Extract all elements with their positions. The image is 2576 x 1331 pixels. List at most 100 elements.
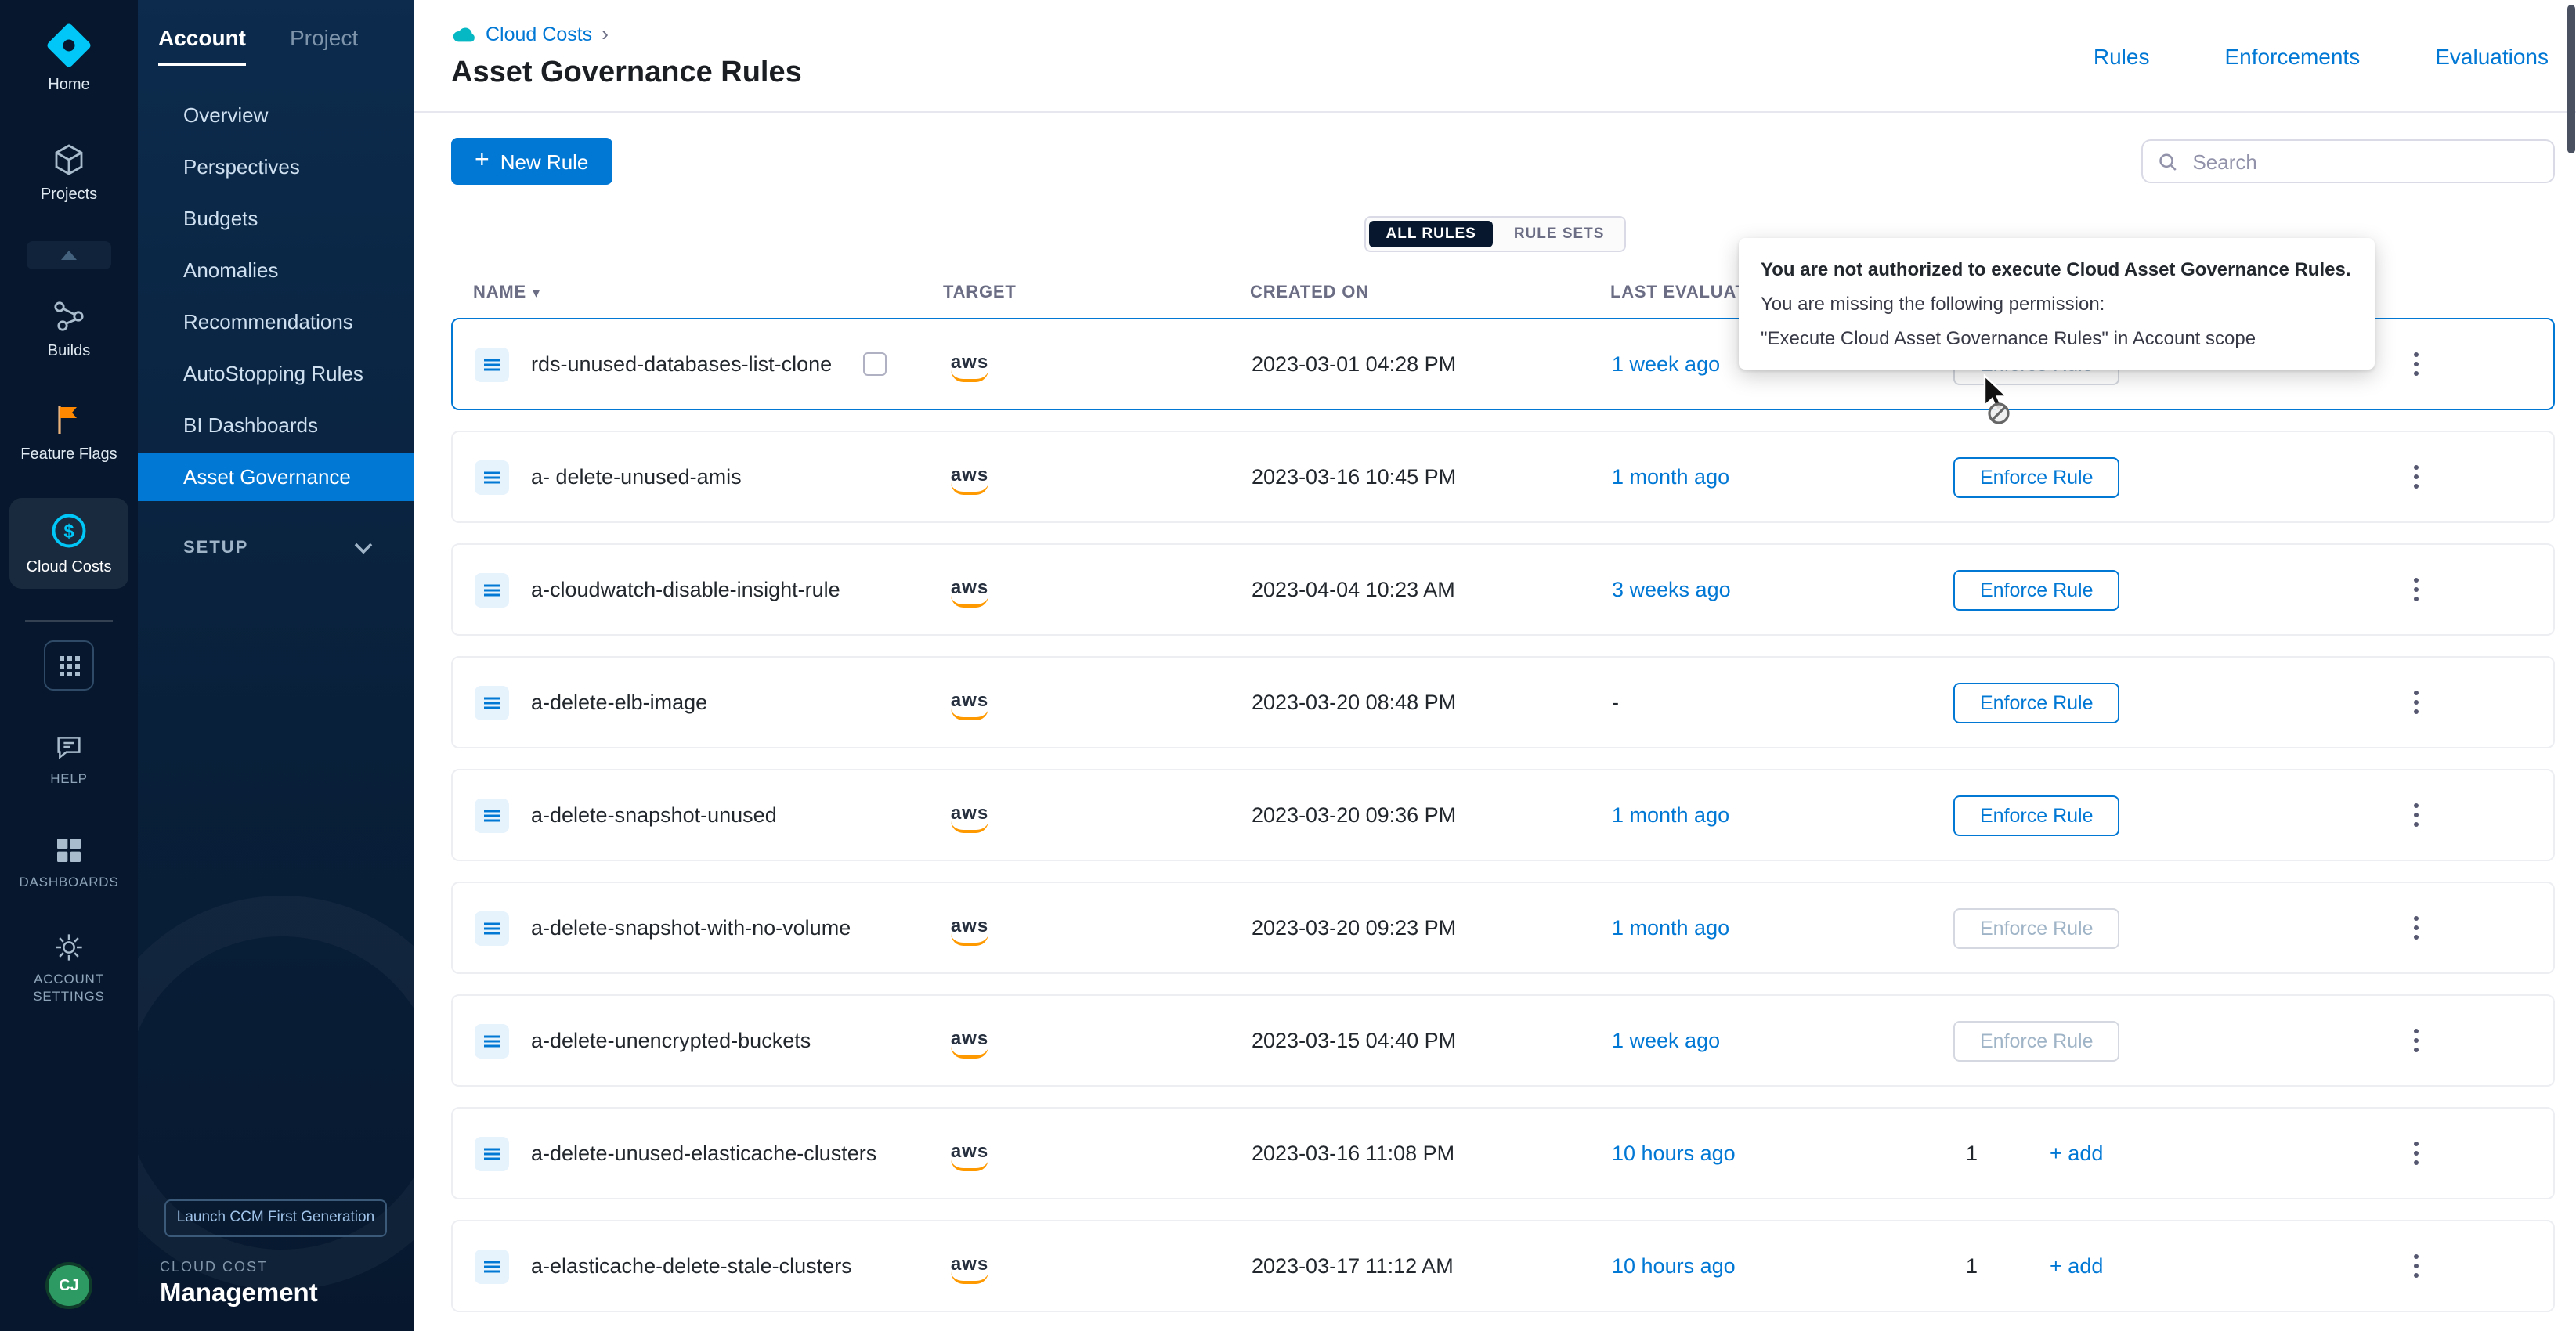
last-evaluation: 10 hours ago bbox=[1612, 1142, 1953, 1165]
chevron-down-icon bbox=[354, 542, 373, 554]
aws-text: aws bbox=[951, 466, 988, 483]
rule-name[interactable]: rds-unused-databases-list-clone bbox=[531, 352, 832, 376]
rule-name[interactable]: a-delete-snapshot-with-no-volume bbox=[531, 916, 851, 940]
kebab-menu-icon[interactable] bbox=[2401, 797, 2431, 833]
rule-icon bbox=[475, 1136, 509, 1170]
table-row[interactable]: a-delete-elb-image aws 2023-03-20 08:48 … bbox=[451, 656, 2555, 748]
setup-section-toggle[interactable]: SETUP bbox=[138, 539, 414, 557]
rule-name[interactable]: a-delete-unused-elasticache-clusters bbox=[531, 1142, 876, 1165]
sidebar-item-overview[interactable]: Overview bbox=[138, 91, 414, 139]
row-checkbox[interactable] bbox=[863, 352, 887, 376]
table-row[interactable]: a-delete-unused-elasticache-clusters aws… bbox=[451, 1107, 2555, 1199]
kebab-menu-icon[interactable] bbox=[2401, 572, 2431, 608]
rail-item-projects[interactable]: Projects bbox=[41, 141, 97, 204]
target-cell: aws bbox=[945, 1136, 1252, 1170]
nav-link-evaluations[interactable]: Evaluations bbox=[2435, 44, 2549, 69]
rail-item-help[interactable]: HELP bbox=[50, 731, 88, 788]
breadcrumb[interactable]: Cloud Costs › bbox=[451, 22, 609, 45]
enforce-rule-button[interactable]: Enforce Rule bbox=[1953, 907, 2120, 948]
rail-item-account-settings[interactable]: ACCOUNT SETTINGS bbox=[14, 932, 124, 1005]
created-on: 2023-03-17 11:12 AM bbox=[1252, 1254, 1612, 1278]
help-chat-icon bbox=[53, 731, 85, 763]
search-box[interactable] bbox=[2141, 139, 2555, 183]
action-cell: 1 + add bbox=[1953, 1142, 2401, 1165]
table-row[interactable]: a-delete-snapshot-unused aws 2023-03-20 … bbox=[451, 769, 2555, 861]
enforce-rule-button[interactable]: Enforce Rule bbox=[1953, 1020, 2120, 1061]
kebab-menu-icon[interactable] bbox=[2401, 1248, 2431, 1284]
aws-smile-icon bbox=[951, 707, 988, 720]
sidebar-item-recommendations[interactable]: Recommendations bbox=[138, 298, 414, 346]
table-row[interactable]: a-elasticache-delete-stale-clusters aws … bbox=[451, 1220, 2555, 1312]
rule-icon bbox=[475, 347, 509, 381]
user-avatar[interactable]: CJ bbox=[45, 1262, 92, 1309]
tab-account[interactable]: Account bbox=[158, 25, 246, 66]
last-evaluation: 1 week ago bbox=[1612, 1029, 1953, 1052]
toggle-rule-sets[interactable]: RULE SETS bbox=[1497, 221, 1622, 247]
table-row[interactable]: a-delete-unencrypted-buckets aws 2023-03… bbox=[451, 994, 2555, 1087]
kebab-cell bbox=[2401, 459, 2553, 495]
kebab-menu-icon[interactable] bbox=[2401, 459, 2431, 495]
rule-name[interactable]: a-delete-unencrypted-buckets bbox=[531, 1029, 811, 1052]
enforce-rule-button[interactable]: Enforce Rule bbox=[1953, 569, 2120, 610]
nav-link-enforcements[interactable]: Enforcements bbox=[2224, 44, 2360, 69]
sidebar-item-bi-dashboards[interactable]: BI Dashboards bbox=[138, 401, 414, 449]
target-cell: aws bbox=[945, 460, 1252, 494]
nav-link-rules[interactable]: Rules bbox=[2094, 44, 2150, 69]
new-rule-button[interactable]: + New Rule bbox=[451, 138, 612, 185]
scrollbar-thumb[interactable] bbox=[2567, 5, 2575, 153]
sidebar-item-perspectives[interactable]: Perspectives bbox=[138, 142, 414, 191]
last-evaluation: 1 month ago bbox=[1612, 803, 1953, 827]
enforce-rule-button[interactable]: Enforce Rule bbox=[1953, 795, 2120, 835]
action-cell: Enforce Rule bbox=[1953, 1020, 2401, 1061]
column-header-name[interactable]: NAME ▾ bbox=[473, 283, 943, 302]
target-cell: aws bbox=[945, 911, 1252, 945]
rule-name[interactable]: a-delete-elb-image bbox=[531, 691, 707, 714]
aws-smile-icon bbox=[951, 594, 988, 607]
rule-name[interactable]: a- delete-unused-amis bbox=[531, 465, 742, 489]
table-row[interactable]: a-cloudwatch-disable-insight-rule aws 20… bbox=[451, 543, 2555, 636]
cloud-icon bbox=[451, 24, 476, 43]
aws-smile-icon bbox=[951, 820, 988, 832]
aws-smile-icon bbox=[951, 1158, 988, 1170]
rail-item-feature-flags[interactable]: Feature Flags bbox=[20, 401, 117, 464]
add-enforcement-link[interactable]: + add bbox=[2050, 1142, 2103, 1165]
module-picker-button[interactable] bbox=[44, 640, 94, 691]
rail-item-cloud-costs[interactable]: $ Cloud Costs bbox=[9, 498, 128, 589]
kebab-cell bbox=[2401, 1023, 2553, 1059]
search-input[interactable] bbox=[2189, 148, 2538, 175]
enforce-rule-button[interactable]: Enforce Rule bbox=[1953, 456, 2120, 497]
rail-item-dashboards[interactable]: DASHBOARDS bbox=[19, 835, 118, 891]
rail-item-builds[interactable]: Builds bbox=[48, 298, 91, 360]
add-enforcement-link[interactable]: + add bbox=[2050, 1254, 2103, 1278]
page-nav-links: Rules Enforcements Evaluations bbox=[2094, 44, 2549, 69]
rail-divider bbox=[25, 620, 113, 622]
sidebar-item-asset-governance[interactable]: Asset Governance bbox=[138, 453, 414, 501]
rail-item-home[interactable]: Home bbox=[45, 22, 92, 94]
kebab-cell bbox=[2401, 572, 2553, 608]
rule-name[interactable]: a-delete-snapshot-unused bbox=[531, 803, 777, 827]
launch-ccm-first-gen-button[interactable]: Launch CCM First Generation bbox=[164, 1199, 387, 1237]
kebab-menu-icon[interactable] bbox=[2401, 346, 2431, 382]
last-evaluation: 10 hours ago bbox=[1612, 1254, 1953, 1278]
rule-name[interactable]: a-cloudwatch-disable-insight-rule bbox=[531, 578, 840, 601]
table-row[interactable]: a- delete-unused-amis aws 2023-03-16 10:… bbox=[451, 431, 2555, 523]
enforce-rule-button[interactable]: Enforce Rule bbox=[1953, 682, 2120, 723]
rule-icon bbox=[475, 1023, 509, 1058]
table-row[interactable]: a-delete-snapshot-with-no-volume aws 202… bbox=[451, 882, 2555, 974]
kebab-menu-icon[interactable] bbox=[2401, 684, 2431, 720]
target-cell: aws bbox=[945, 1249, 1252, 1283]
toggle-all-rules[interactable]: ALL RULES bbox=[1369, 221, 1494, 247]
sidebar-item-autostopping-rules[interactable]: AutoStopping Rules bbox=[138, 349, 414, 398]
aws-text: aws bbox=[951, 1255, 988, 1272]
sidebar-item-anomalies[interactable]: Anomalies bbox=[138, 246, 414, 294]
kebab-menu-icon[interactable] bbox=[2401, 1135, 2431, 1171]
sidebar-item-budgets[interactable]: Budgets bbox=[138, 194, 414, 243]
svg-text:$: $ bbox=[63, 521, 74, 543]
created-on: 2023-03-16 10:45 PM bbox=[1252, 465, 1612, 489]
kebab-menu-icon[interactable] bbox=[2401, 910, 2431, 946]
rule-name[interactable]: a-elasticache-delete-stale-clusters bbox=[531, 1254, 852, 1278]
kebab-menu-icon[interactable] bbox=[2401, 1023, 2431, 1059]
rail-collapse-button[interactable] bbox=[27, 241, 111, 269]
rail-label-projects: Projects bbox=[41, 186, 97, 204]
tab-project[interactable]: Project bbox=[290, 25, 358, 66]
